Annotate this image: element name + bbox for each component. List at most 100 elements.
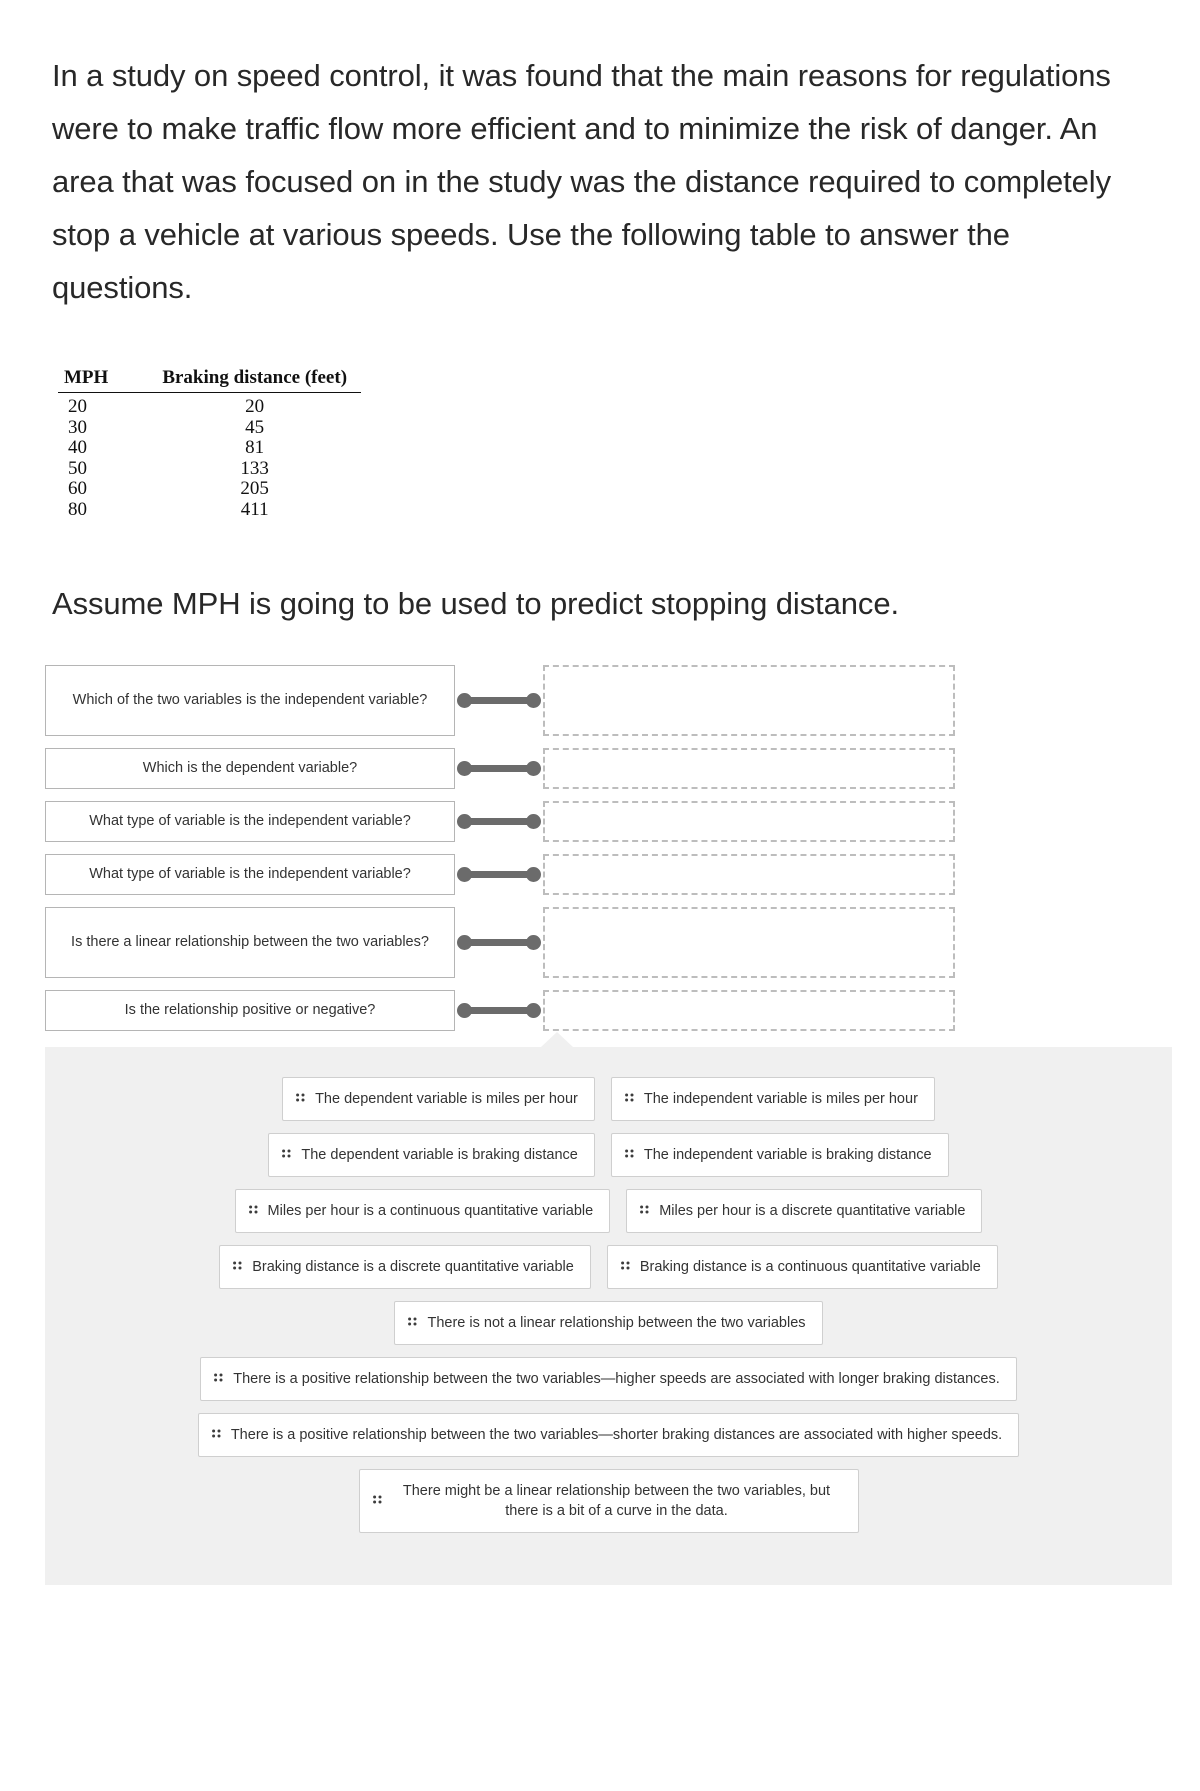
answer-bank: The dependent variable is miles per hour… — [45, 1032, 1172, 1585]
answer-chip[interactable]: Braking distance is a continuous quantit… — [606, 1245, 998, 1289]
drag-handle-icon[interactable] — [211, 1429, 221, 1441]
answer-chip[interactable]: There is a positive relationship between… — [197, 1413, 1020, 1457]
column-header-mph: MPH — [58, 367, 149, 393]
answer-chip-label: There might be a linear relationship bet… — [402, 1483, 831, 1519]
connector-knob-left[interactable] — [457, 1003, 472, 1018]
connector-knob-left[interactable] — [457, 867, 472, 882]
answer-chip-label: The dependent variable is miles per hour — [315, 1091, 578, 1107]
question-box-1[interactable]: Which of the two variables is the indepe… — [45, 665, 455, 736]
answer-chip[interactable]: Miles per hour is a discrete quantitativ… — [626, 1189, 983, 1233]
connector-1[interactable] — [455, 665, 543, 736]
question-box-5[interactable]: Is there a linear relationship between t… — [45, 907, 455, 978]
connector-bar — [463, 818, 535, 825]
matching-widget: Which of the two variables is the indepe… — [0, 665, 1200, 1585]
column-header-braking-distance: Braking distance (feet) — [148, 367, 362, 393]
connector-6[interactable] — [455, 990, 543, 1031]
cell-mph: 60 — [68, 478, 87, 499]
cell-mph: 20 — [68, 396, 87, 417]
drag-handle-icon[interactable] — [620, 1261, 630, 1273]
question-pair: Is there a linear relationship between t… — [45, 907, 1200, 978]
connector-knob-right[interactable] — [526, 867, 541, 882]
table-row: 50 133 — [58, 457, 361, 480]
question-box-4[interactable]: What type of variable is the independent… — [45, 854, 455, 895]
answer-drop-zone-2[interactable] — [543, 748, 955, 789]
connector-knob-right[interactable] — [526, 814, 541, 829]
question-pair: Which of the two variables is the indepe… — [45, 665, 1200, 736]
answer-chip[interactable]: There might be a linear relationship bet… — [358, 1469, 859, 1533]
drag-handle-icon[interactable] — [282, 1149, 291, 1161]
question-pair: What type of variable is the independent… — [45, 801, 1200, 842]
drag-handle-icon[interactable] — [640, 1205, 649, 1217]
cell-mph: 50 — [68, 457, 87, 479]
answer-chip-label: The independent variable is miles per ho… — [643, 1091, 918, 1107]
cell-mph: 40 — [68, 437, 87, 458]
question-box-3[interactable]: What type of variable is the independent… — [45, 801, 455, 842]
connector-knob-left[interactable] — [457, 935, 472, 950]
answer-chip[interactable]: The dependent variable is miles per hour — [282, 1077, 595, 1121]
answer-drop-zone-6[interactable] — [543, 990, 955, 1031]
connector-knob-left[interactable] — [457, 693, 472, 708]
answer-chip[interactable]: Braking distance is a discrete quantitat… — [219, 1245, 591, 1289]
connector-5[interactable] — [455, 907, 543, 978]
connector-bar — [463, 1007, 535, 1014]
answer-drop-zone-1[interactable] — [543, 665, 955, 736]
connector-3[interactable] — [455, 801, 543, 842]
connector-knob-right[interactable] — [526, 1003, 541, 1018]
answer-chip-label: Miles per hour is a discrete quantitativ… — [659, 1203, 966, 1219]
cell-distance: 205 — [240, 478, 269, 499]
answer-chip[interactable]: There is not a linear relationship betwe… — [394, 1301, 823, 1345]
question-pair: Which is the dependent variable? — [45, 748, 1200, 789]
answer-chip-label: There is a positive relationship between… — [233, 1371, 1000, 1387]
answer-bank-row: There is a positive relationship between… — [63, 1357, 1154, 1401]
drag-handle-icon[interactable] — [214, 1373, 223, 1385]
table-row: 20 20 — [58, 393, 361, 418]
table-row: 60 205 — [58, 478, 361, 500]
drag-handle-icon[interactable] — [233, 1261, 242, 1273]
question-pair: What type of variable is the independent… — [45, 854, 1200, 895]
answer-chip-label: Braking distance is a discrete quantitat… — [252, 1259, 574, 1275]
answer-chip[interactable]: The dependent variable is braking distan… — [268, 1133, 595, 1177]
answer-chip[interactable]: Miles per hour is a continuous quantitat… — [234, 1189, 611, 1233]
cell-distance: 45 — [245, 416, 265, 438]
cell-distance: 411 — [240, 498, 269, 520]
question-box-6[interactable]: Is the relationship positive or negative… — [45, 990, 455, 1031]
question-page: In a study on speed control, it was foun… — [0, 31, 1200, 1605]
connector-knob-left[interactable] — [457, 814, 472, 829]
table-body: 20 20 30 45 40 81 50 133 60 205 80 411 — [58, 393, 361, 521]
drag-handle-icon[interactable] — [408, 1317, 417, 1329]
connector-bar — [463, 697, 535, 704]
answer-chip[interactable]: The independent variable is miles per ho… — [610, 1077, 935, 1121]
answer-bank-row: There is not a linear relationship betwe… — [63, 1301, 1154, 1345]
drag-handle-icon[interactable] — [248, 1205, 258, 1217]
answer-chip-label: Braking distance is a continuous quantit… — [639, 1259, 981, 1275]
prompt-paragraph-2: Assume MPH is going to be used to predic… — [52, 586, 899, 621]
drag-handle-icon[interactable] — [296, 1093, 305, 1105]
answer-bank-row: Miles per hour is a continuous quantitat… — [63, 1189, 1154, 1233]
answer-drop-zone-4[interactable] — [543, 854, 955, 895]
answer-chip[interactable]: There is a positive relationship between… — [200, 1357, 1017, 1401]
question-pair-list: Which of the two variables is the indepe… — [0, 665, 1200, 1031]
connector-4[interactable] — [455, 854, 543, 895]
answer-chip[interactable]: The independent variable is braking dist… — [610, 1133, 949, 1177]
cell-mph: 80 — [68, 498, 87, 520]
answer-drop-zone-3[interactable] — [543, 801, 955, 842]
answer-bank-row: There might be a linear relationship bet… — [63, 1469, 1154, 1533]
connector-bar — [463, 939, 535, 946]
drag-handle-icon[interactable] — [624, 1093, 634, 1105]
question-box-2[interactable]: Which is the dependent variable? — [45, 748, 455, 789]
question-pair: Is the relationship positive or negative… — [45, 990, 1200, 1031]
connector-2[interactable] — [455, 748, 543, 789]
braking-distance-table-wrapper: MPH Braking distance (feet) 20 20 30 45 … — [0, 345, 1200, 520]
answer-bank-row: Braking distance is a discrete quantitat… — [63, 1245, 1154, 1289]
connector-knob-left[interactable] — [457, 761, 472, 776]
cell-distance: 133 — [240, 457, 269, 479]
answer-chip-label: There is not a linear relationship betwe… — [427, 1315, 806, 1331]
table-row: 80 411 — [58, 498, 361, 521]
cell-distance: 20 — [245, 396, 265, 417]
drag-handle-icon[interactable] — [624, 1149, 634, 1161]
drag-handle-icon[interactable] — [372, 1495, 382, 1507]
answer-drop-zone-5[interactable] — [543, 907, 955, 978]
connector-knob-right[interactable] — [526, 693, 541, 708]
connector-knob-right[interactable] — [526, 761, 541, 776]
connector-knob-right[interactable] — [526, 935, 541, 950]
